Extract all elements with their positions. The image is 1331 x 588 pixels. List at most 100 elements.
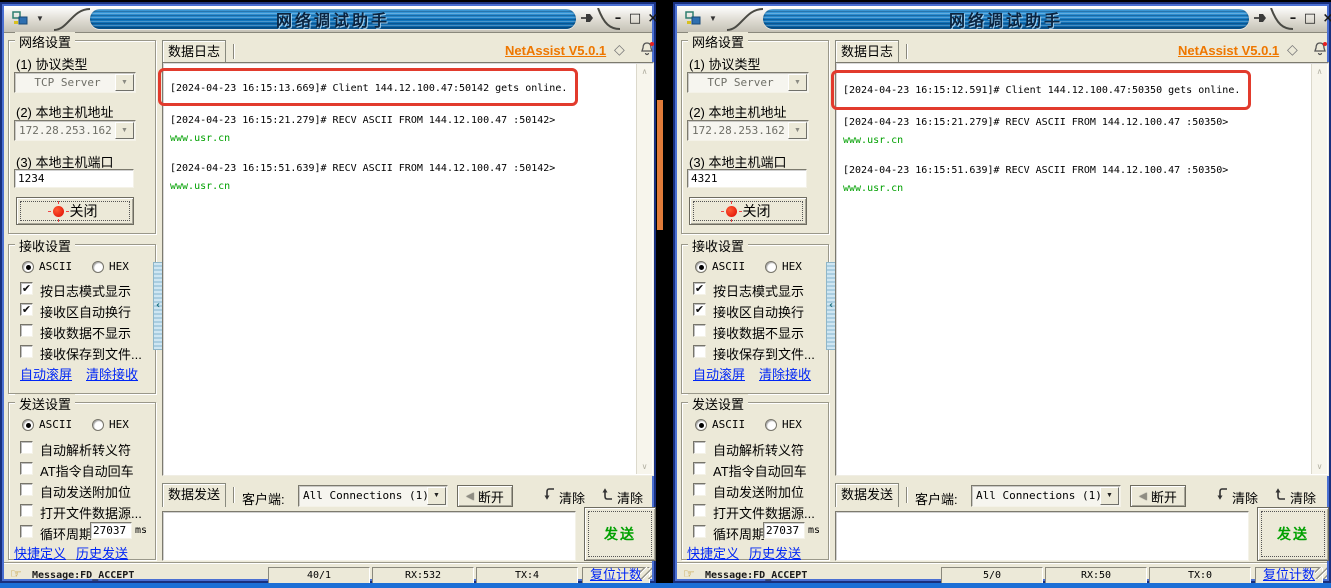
chevron-down-icon[interactable]: ▼ xyxy=(427,487,446,505)
auto-wrap-label: 接收区自动换行 xyxy=(40,305,132,320)
clear-send-arrow-icon[interactable] xyxy=(600,486,616,507)
host-port-input[interactable] xyxy=(687,169,807,188)
clear-receive-arrow-icon[interactable] xyxy=(542,486,558,507)
quick-define-link[interactable]: 快捷定义 xyxy=(687,543,739,562)
host-address-select[interactable]: 172.28.253.162 ▼ xyxy=(687,120,809,141)
at-cr-checkbox[interactable] xyxy=(693,462,706,475)
disconnect-button[interactable]: ◀ 断开 xyxy=(1130,485,1186,507)
menu-dropdown-icon[interactable]: ▼ xyxy=(36,14,44,23)
save-to-file-checkbox[interactable] xyxy=(20,345,33,358)
cycle-ms-input[interactable] xyxy=(90,522,132,539)
hide-recv-checkbox[interactable] xyxy=(693,324,706,337)
clear-receive-link[interactable]: 清除接收 xyxy=(86,364,138,383)
auto-wrap-checkbox[interactable]: ✔ xyxy=(20,303,33,316)
log-mode-checkbox[interactable]: ✔ xyxy=(20,282,33,295)
diamond-icon[interactable]: ◇ xyxy=(1287,41,1298,58)
host-port-input[interactable] xyxy=(14,169,134,188)
scroll-up-icon[interactable]: ∧ xyxy=(1312,67,1327,76)
history-send-link[interactable]: 历史发送 xyxy=(749,543,801,562)
diamond-icon[interactable]: ◇ xyxy=(614,41,625,58)
tab-data-send[interactable]: 数据发送 xyxy=(162,483,226,507)
bell-icon[interactable] xyxy=(1312,40,1329,62)
auto-append-checkbox[interactable] xyxy=(20,483,33,496)
close-connection-button[interactable]: 关闭 xyxy=(16,197,134,225)
hide-recv-checkbox[interactable] xyxy=(20,324,33,337)
recv-hex-radio[interactable] xyxy=(765,261,777,273)
clear-send-button[interactable]: 清除 xyxy=(617,488,643,507)
host-address-select[interactable]: 172.28.253.162 ▼ xyxy=(14,120,136,141)
netassist-version-link[interactable]: NetAssist V5.0.1 xyxy=(1178,43,1279,58)
tab-data-log[interactable]: 数据日志 xyxy=(162,40,226,63)
scroll-down-icon[interactable]: ∨ xyxy=(637,462,652,471)
cycle-checkbox[interactable] xyxy=(693,525,706,538)
clear-receive-link[interactable]: 清除接收 xyxy=(759,364,811,383)
auto-escape-checkbox[interactable] xyxy=(693,441,706,454)
auto-scroll-link[interactable]: 自动滚屏 xyxy=(693,364,745,383)
send-hex-radio[interactable] xyxy=(765,419,777,431)
tab-data-log[interactable]: 数据日志 xyxy=(835,40,899,63)
send-button[interactable]: 发送 xyxy=(1257,507,1329,561)
auto-wrap-checkbox[interactable]: ✔ xyxy=(693,303,706,316)
resize-grip[interactable] xyxy=(1315,567,1327,579)
netassist-version-link[interactable]: NetAssist V5.0.1 xyxy=(505,43,606,58)
save-to-file-label: 接收保存到文件... xyxy=(40,347,142,362)
send-ascii-radio[interactable] xyxy=(695,419,707,431)
clear-send-button[interactable]: 清除 xyxy=(1290,488,1316,507)
recv-hex-radio[interactable] xyxy=(92,261,104,273)
disconnect-button[interactable]: ◀ 断开 xyxy=(457,485,513,507)
send-button[interactable]: 发送 xyxy=(584,507,656,561)
maximize-button[interactable]: □ xyxy=(1302,11,1318,27)
quick-define-link[interactable]: 快捷定义 xyxy=(14,543,66,562)
at-cr-checkbox[interactable] xyxy=(20,462,33,475)
app-icon[interactable] xyxy=(12,11,28,31)
send-data-textarea[interactable] xyxy=(162,511,576,561)
auto-append-checkbox[interactable] xyxy=(693,483,706,496)
scroll-up-icon[interactable]: ∧ xyxy=(637,67,652,76)
recv-ascii-radio[interactable] xyxy=(695,261,707,273)
close-window-button[interactable]: × xyxy=(1320,11,1331,27)
cycle-checkbox[interactable] xyxy=(20,525,33,538)
protocol-select[interactable]: TCP Server ▼ xyxy=(14,72,136,93)
recv-ascii-radio[interactable] xyxy=(22,261,34,273)
scroll-down-icon[interactable]: ∨ xyxy=(1312,462,1327,471)
pin-icon[interactable] xyxy=(580,11,595,30)
maximize-button[interactable]: □ xyxy=(627,11,643,27)
chevron-down-icon[interactable]: ▼ xyxy=(788,74,807,91)
clear-receive-button[interactable]: 清除 xyxy=(559,488,585,507)
app-icon[interactable] xyxy=(685,11,701,31)
pin-icon[interactable] xyxy=(1253,11,1268,30)
minimize-button[interactable]: – xyxy=(610,11,626,27)
save-to-file-checkbox[interactable] xyxy=(693,345,706,358)
history-send-link[interactable]: 历史发送 xyxy=(76,543,128,562)
minimize-button[interactable]: – xyxy=(1285,11,1301,27)
log-scrollbar[interactable]: ∧ ∨ xyxy=(636,64,652,474)
clear-send-arrow-icon[interactable] xyxy=(1273,486,1289,507)
close-connection-button[interactable]: 关闭 xyxy=(689,197,807,225)
cycle-ms-input[interactable] xyxy=(763,522,805,539)
auto-scroll-link[interactable]: 自动滚屏 xyxy=(20,364,72,383)
protocol-select[interactable]: TCP Server ▼ xyxy=(687,72,809,93)
send-data-textarea[interactable] xyxy=(835,511,1249,561)
file-source-checkbox[interactable] xyxy=(20,504,33,517)
file-source-checkbox[interactable] xyxy=(693,504,706,517)
log-scrollbar[interactable]: ∧ ∨ xyxy=(1311,64,1327,474)
left-arrow-icon: ◀ xyxy=(466,490,474,502)
auto-escape-checkbox[interactable] xyxy=(20,441,33,454)
chevron-down-icon[interactable]: ▼ xyxy=(1100,487,1119,505)
tab-data-send[interactable]: 数据发送 xyxy=(835,483,899,507)
chevron-down-icon[interactable]: ▼ xyxy=(115,122,134,139)
send-hex-radio[interactable] xyxy=(92,419,104,431)
menu-dropdown-icon[interactable]: ▼ xyxy=(709,14,717,23)
log-line: [2024-04-23 16:15:21.279]# RECV ASCII FR… xyxy=(843,117,1229,128)
clear-receive-button[interactable]: 清除 xyxy=(1232,488,1258,507)
resize-grip[interactable] xyxy=(640,567,652,579)
client-select[interactable]: All Connections (1) ▼ xyxy=(298,485,448,507)
chevron-down-icon[interactable]: ▼ xyxy=(115,74,134,91)
chevron-down-icon[interactable]: ▼ xyxy=(788,122,807,139)
log-mode-checkbox[interactable]: ✔ xyxy=(693,282,706,295)
send-ascii-radio[interactable] xyxy=(22,419,34,431)
clear-receive-arrow-icon[interactable] xyxy=(1215,486,1231,507)
bell-icon[interactable] xyxy=(639,40,656,62)
close-window-button[interactable]: × xyxy=(645,11,661,27)
client-select[interactable]: All Connections (1) ▼ xyxy=(971,485,1121,507)
